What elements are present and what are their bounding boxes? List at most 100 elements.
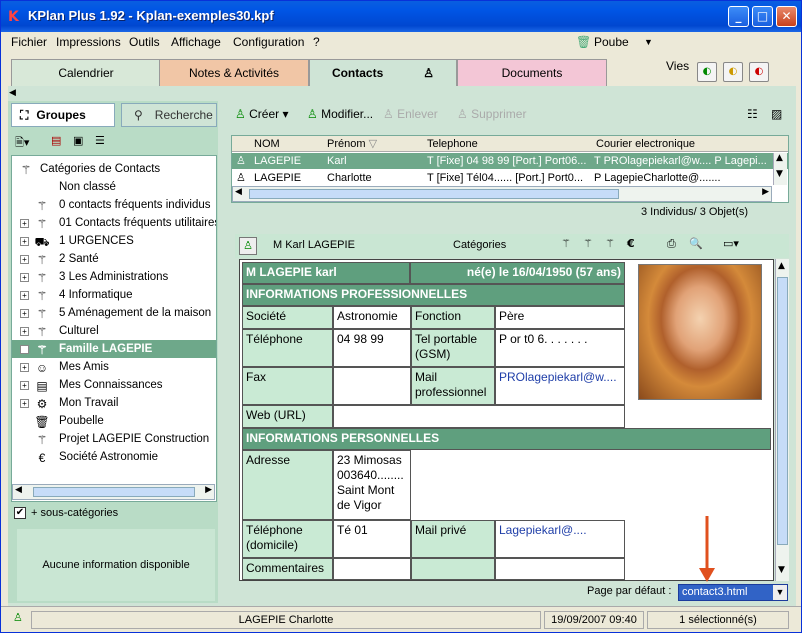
tab-contacts[interactable]: Contacts ♙ — [309, 59, 457, 87]
scroll-up-icon[interactable]: ▲ — [776, 153, 783, 163]
tree-item[interactable]: + ⚚ 01 Contacts fréquents utilitaires — [12, 214, 216, 232]
tree-item[interactable]: + ⚚ 3 Les Administrations — [12, 268, 216, 286]
tree-item[interactable]: + ⚚ 2 Santé — [12, 250, 216, 268]
tree-item-label: 5 Aménagement de la maison — [59, 307, 212, 319]
maximize-button[interactable]: □ — [752, 6, 773, 27]
dropdown-arrow-icon[interactable]: ▼ — [644, 37, 653, 47]
menu-outils[interactable]: Outils — [129, 35, 160, 49]
delete-list-icon[interactable]: ▤ — [51, 134, 61, 147]
view-menu-icon[interactable]: ▭▾ — [723, 237, 739, 250]
scroll-thumb[interactable] — [777, 277, 788, 545]
menu-help[interactable]: ? — [313, 35, 320, 49]
tree-item[interactable]: ⚚ Catégories de Contacts — [12, 160, 216, 178]
collapse-arrow-icon[interactable]: ◀ — [9, 88, 16, 98]
table-row[interactable]: ♙ LAGEPIE Karl T [Fixe] 04 98 99 [Port.]… — [232, 153, 788, 169]
person-icon[interactable]: ♙ — [239, 237, 257, 255]
minimize-button[interactable]: _ — [728, 6, 749, 27]
view-green-icon[interactable]: ◐ — [697, 62, 717, 82]
expand-icon[interactable]: + — [20, 273, 29, 282]
expand-icon[interactable]: + — [20, 381, 29, 390]
tree-item[interactable]: + ⚙ Mon Travail — [12, 394, 216, 412]
euro-icon[interactable]: € — [627, 237, 635, 250]
subcategories-checkbox[interactable]: ✔ — [14, 507, 26, 519]
tree-item[interactable]: + ⚚ 5 Aménagement de la maison — [12, 304, 216, 322]
chevron-down-icon[interactable]: ▼ — [773, 585, 787, 600]
col-email[interactable]: Courier electronique — [596, 136, 695, 151]
tree-item[interactable]: € Société Astronomie — [12, 448, 216, 466]
create-button[interactable]: ♙ Créer ▾ — [235, 107, 288, 121]
expand-icon[interactable]: + — [20, 237, 29, 246]
expand-icon[interactable]: + — [20, 291, 29, 300]
tree-item[interactable]: Non classé — [12, 178, 216, 196]
scroll-thumb[interactable] — [33, 487, 195, 497]
grid-vscrollbar[interactable]: ▲ ▼ — [773, 153, 787, 185]
col-telephone[interactable]: Telephone — [427, 136, 478, 151]
scroll-left-icon[interactable]: ◀ — [15, 485, 22, 495]
close-button[interactable]: ✕ — [776, 6, 797, 27]
tab-recherche[interactable]: ⚲ Recherche — [121, 103, 217, 127]
expand-icon[interactable]: + — [20, 309, 29, 318]
modify-button[interactable]: ♙ Modifier... — [307, 107, 373, 121]
tree-item[interactable]: + ⛟ 1 URGENCES — [12, 232, 216, 250]
wand-icon[interactable]: ⚚ — [561, 237, 571, 250]
table-row[interactable]: ♙ LAGEPIE Charlotte T [Fixe] Tél04......… — [232, 170, 788, 186]
col-nom[interactable]: NOM — [254, 136, 280, 151]
person-edit-icon: ♙ — [307, 107, 318, 121]
tree-item[interactable]: + ▤ Mes Connaissances — [12, 376, 216, 394]
view-red-icon[interactable]: ◐ — [749, 62, 769, 82]
tree-item[interactable]: ⚚ Projet LAGEPIE Construction — [12, 430, 216, 448]
scroll-right-icon[interactable]: ▶ — [205, 485, 212, 495]
mailpro-link[interactable]: PROlagepiekarl@w.... — [495, 367, 625, 405]
adresse-label: Adresse — [242, 450, 333, 520]
remove-button[interactable]: ♙ Enlever — [383, 107, 438, 121]
mailprive-link[interactable]: Lagepiekarl@.... — [495, 520, 625, 558]
tab-groupes[interactable]: ⛶ Groupes — [11, 103, 115, 127]
preview-icon[interactable]: 🔍 — [689, 237, 703, 250]
menu-poube[interactable]: Poube — [594, 35, 629, 49]
view-yellow-icon[interactable]: ◐ — [723, 62, 743, 82]
tab-notes[interactable]: Notes & Activités — [159, 59, 309, 86]
export-icon[interactable]: ▨ — [771, 107, 782, 121]
expand-icon[interactable]: + — [20, 219, 29, 228]
list-view-icon[interactable]: ☰ — [95, 134, 105, 147]
columns-icon[interactable]: ☷ — [747, 107, 758, 121]
expand-icon[interactable]: + — [20, 399, 29, 408]
menu-fichier[interactable]: Fichier — [11, 35, 47, 49]
tree-item[interactable]: ⚚ 0 contacts fréquents individus — [12, 196, 216, 214]
tree-item[interactable]: + ⚚ 4 Informatique — [12, 286, 216, 304]
adresse-value: 23 Mimosas 003640........ Saint Mont de … — [333, 450, 411, 520]
expand-icon[interactable]: + — [20, 345, 29, 354]
expand-icon[interactable]: + — [20, 255, 29, 264]
tab-calendrier[interactable]: Calendrier — [11, 59, 161, 86]
person-icon: ♙ — [13, 611, 23, 624]
tree-item[interactable]: + ☺ Mes Amis — [12, 358, 216, 376]
grid-hscrollbar[interactable]: ◀ ▶ — [232, 186, 772, 202]
scroll-thumb[interactable] — [249, 189, 619, 199]
menu-affichage[interactable]: Affichage — [171, 35, 221, 49]
expand-icon[interactable]: + — [20, 363, 29, 372]
tab-documents[interactable]: Documents — [457, 59, 607, 86]
expand-icon[interactable]: + — [20, 327, 29, 336]
tree-item[interactable]: + ⚚ Famille LAGEPIE — [12, 340, 216, 358]
menu-impressions[interactable]: Impressions — [56, 35, 121, 49]
picture-icon[interactable]: ▣ — [73, 134, 83, 147]
card-vscrollbar[interactable]: ▲ ▼ — [775, 259, 789, 581]
print-icon[interactable]: ⎙ — [667, 237, 676, 251]
wand-icon[interactable]: ⚚ — [605, 237, 615, 250]
wand-icon[interactable]: ⚚ — [583, 237, 593, 250]
scroll-up-icon[interactable]: ▲ — [778, 261, 785, 271]
scroll-left-icon[interactable]: ◀ — [235, 187, 242, 197]
pagedef-select[interactable]: contact3.html ▼ — [678, 584, 788, 601]
cards-icon: ▤ — [36, 379, 48, 393]
new-doc-icon[interactable]: 🗎▾ — [15, 134, 29, 153]
tree-item[interactable]: + ⚚ Culturel — [12, 322, 216, 340]
col-prenom[interactable]: Prénom ▽ — [327, 136, 377, 151]
scroll-right-icon[interactable]: ▶ — [762, 187, 769, 197]
menu-configuration[interactable]: Configuration — [233, 35, 304, 49]
comments-value — [333, 558, 411, 580]
tree-hscrollbar[interactable]: ◀ ▶ — [12, 484, 215, 500]
scroll-down-icon[interactable]: ▼ — [778, 565, 785, 575]
delete-button[interactable]: ♙ Supprimer — [457, 107, 526, 121]
tree-item[interactable]: 🗑 Poubelle — [12, 412, 216, 430]
scroll-down-icon[interactable]: ▼ — [776, 169, 783, 179]
